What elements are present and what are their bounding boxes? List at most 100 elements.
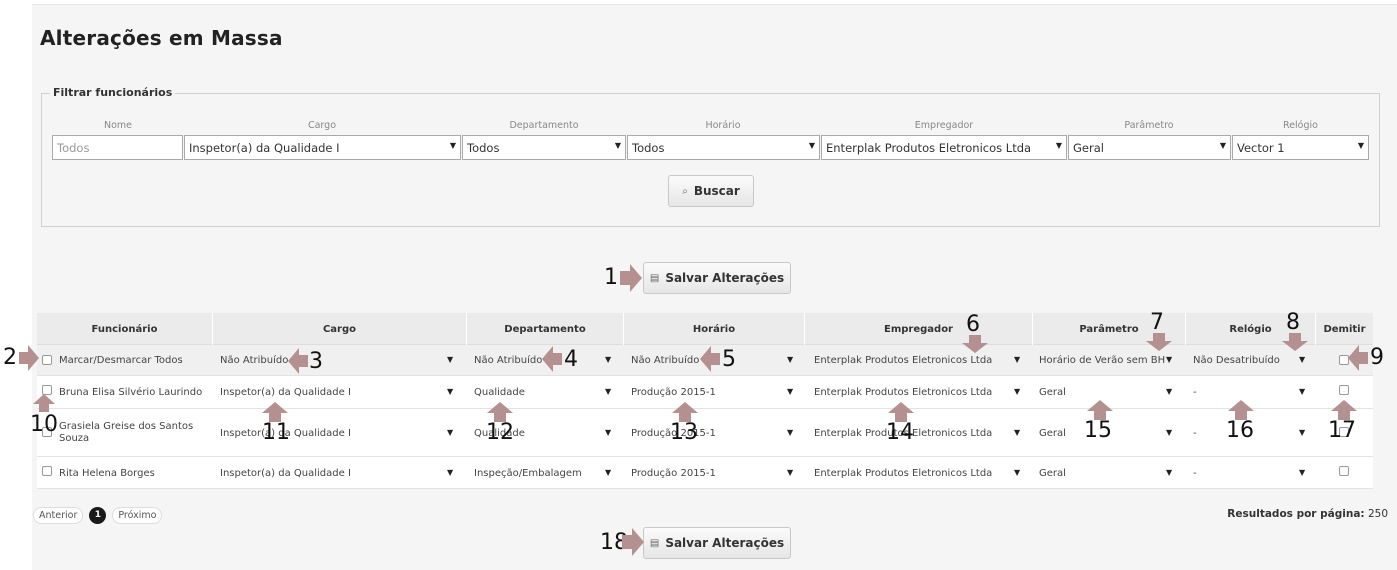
annotation-number: 12	[486, 420, 514, 445]
arrow-left-icon	[542, 346, 562, 372]
chevron-down-icon: ▼	[447, 428, 454, 437]
row-relogio-select[interactable]: -	[1193, 376, 1197, 409]
row-parametro-select[interactable]: Geral	[1039, 457, 1066, 489]
row-parametro-select[interactable]: Geral	[1039, 376, 1066, 409]
search-button-label: Buscar	[693, 184, 740, 198]
chevron-down-icon: ▼	[1166, 468, 1173, 477]
filter-parametro-value: Geral	[1073, 141, 1104, 155]
row-empregador-select[interactable]: Enterplak Produtos Eletronicos Ltda	[814, 457, 992, 489]
filter-nome-input[interactable]: Todos	[52, 135, 183, 160]
filter-relogio-select[interactable]: Vector 1 ▼	[1232, 135, 1369, 160]
arrow-left-icon	[1348, 345, 1368, 371]
pagination: Anterior 1 Próximo	[33, 506, 163, 524]
filter-label-horario: Horário	[705, 120, 741, 131]
pagination-next[interactable]: Próximo	[112, 506, 163, 524]
col-header-funcionario: Funcionário	[37, 313, 213, 345]
chevron-down-icon: ▼	[605, 387, 612, 396]
annotation-number: 14	[886, 420, 914, 445]
arrow-right-icon	[622, 528, 644, 556]
filter-label-departamento: Departamento	[509, 120, 579, 131]
master-departamento-select[interactable]: Não Atribuído	[474, 345, 542, 376]
results-per-page-value[interactable]: 250	[1368, 508, 1388, 520]
save-icon: ▤	[649, 537, 660, 549]
arrow-up-icon	[33, 394, 55, 412]
filter-label-parametro: Parâmetro	[1124, 120, 1174, 131]
chevron-down-icon: ▼	[447, 355, 454, 364]
annotation-number: 16	[1226, 418, 1254, 443]
chevron-down-icon: ▼	[1014, 468, 1021, 477]
annotation-number: 11	[262, 420, 290, 445]
filter-cargo-select[interactable]: Inspetor(a) da Qualidade I ▼	[184, 135, 461, 160]
chevron-down-icon: ▼	[808, 141, 815, 150]
annotation-number: 17	[1328, 418, 1356, 443]
save-button-top[interactable]: ▤ Salvar Alterações	[643, 262, 791, 294]
chevron-down-icon: ▼	[1299, 387, 1306, 396]
row-demitir-checkbox[interactable]	[1339, 466, 1349, 476]
filter-label-cargo: Cargo	[307, 120, 337, 131]
chevron-down-icon: ▼	[1219, 141, 1226, 150]
arrow-up-icon	[487, 402, 513, 422]
table-header: Funcionário Cargo Departamento Horário E…	[37, 313, 1373, 345]
arrow-down-icon	[962, 335, 988, 353]
col-header-cargo: Cargo	[213, 313, 467, 345]
filter-nome-placeholder: Todos	[57, 141, 90, 155]
chevron-down-icon: ▼	[1014, 428, 1021, 437]
arrow-left-icon	[700, 346, 720, 372]
row-demitir-checkbox[interactable]	[1339, 385, 1349, 395]
arrow-up-icon	[1087, 400, 1113, 420]
annotation-number: 3	[309, 349, 323, 374]
arrow-right-icon	[620, 264, 642, 292]
table-row: Grasiela Greise dos Santos Souza Inspeto…	[37, 409, 1373, 457]
pagination-prev[interactable]: Anterior	[33, 506, 84, 524]
annotation-number: 9	[1370, 345, 1384, 370]
arrow-down-icon	[1282, 333, 1308, 351]
chevron-down-icon: ▼	[787, 428, 794, 437]
arrow-up-icon	[672, 402, 698, 422]
filter-parametro-select[interactable]: Geral ▼	[1068, 135, 1231, 160]
row-horario-select[interactable]: Produção 2015-1	[631, 457, 716, 489]
filter-label-relogio: Relógio	[1283, 120, 1318, 131]
results-per-page: Resultados por página: 250	[1227, 508, 1388, 520]
chevron-down-icon: ▼	[1299, 355, 1306, 364]
annotation-number: 1	[604, 265, 618, 290]
save-icon: ▤	[649, 272, 660, 284]
col-header-departamento: Departamento	[467, 313, 624, 345]
employee-name: Bruna Elisa Silvério Laurindo	[59, 387, 203, 398]
chevron-down-icon: ▼	[447, 387, 454, 396]
save-button-bottom[interactable]: ▤ Salvar Alterações	[643, 527, 791, 559]
annotation-number: 4	[564, 347, 578, 372]
select-all-checkbox[interactable]	[42, 355, 52, 365]
search-button[interactable]: ⌕ Buscar	[668, 175, 754, 207]
chevron-down-icon: ▼	[605, 428, 612, 437]
select-all-label: Marcar/Desmarcar Todos	[59, 355, 183, 366]
row-relogio-select[interactable]: -	[1193, 457, 1197, 489]
chevron-down-icon: ▼	[447, 468, 454, 477]
arrow-left-icon	[288, 348, 308, 374]
filter-label-nome: Nome	[103, 120, 133, 131]
row-cargo-select[interactable]: Inspetor(a) da Qualidade I	[220, 457, 351, 489]
chevron-down-icon: ▼	[1166, 428, 1173, 437]
filter-legend: Filtrar funcionários	[50, 86, 176, 99]
chevron-down-icon: ▼	[449, 141, 456, 150]
filter-departamento-select[interactable]: Todos ▼	[462, 135, 626, 160]
filter-empregador-value: Enterplak Produtos Eletronicos Ltda	[826, 141, 1032, 155]
annotation-number: 6	[966, 312, 980, 337]
row-select-checkbox[interactable]	[42, 466, 52, 476]
col-header-empregador: Empregador	[805, 313, 1033, 345]
master-horario-select[interactable]: Não Atribuído	[631, 345, 699, 376]
filter-empregador-select[interactable]: Enterplak Produtos Eletronicos Ltda ▼	[821, 135, 1067, 160]
chevron-down-icon: ▼	[1014, 355, 1021, 364]
annotation-number: 8	[1286, 310, 1300, 335]
row-relogio-select[interactable]: -	[1193, 409, 1197, 457]
master-cargo-select[interactable]: Não Atribuído	[220, 345, 288, 376]
row-parametro-select[interactable]: Geral	[1039, 409, 1066, 457]
filter-relogio-value: Vector 1	[1237, 141, 1285, 155]
annotation-number: 10	[30, 412, 58, 437]
row-departamento-select[interactable]: Inspeção/Embalagem	[474, 457, 582, 489]
filter-horario-select[interactable]: Todos ▼	[627, 135, 820, 160]
pagination-current-page[interactable]: 1	[89, 506, 107, 524]
master-relogio-select[interactable]: Não Desatribuído	[1193, 345, 1280, 376]
chevron-down-icon: ▼	[1014, 387, 1021, 396]
results-per-page-label: Resultados por página:	[1227, 508, 1365, 520]
arrow-up-icon	[1331, 400, 1357, 420]
